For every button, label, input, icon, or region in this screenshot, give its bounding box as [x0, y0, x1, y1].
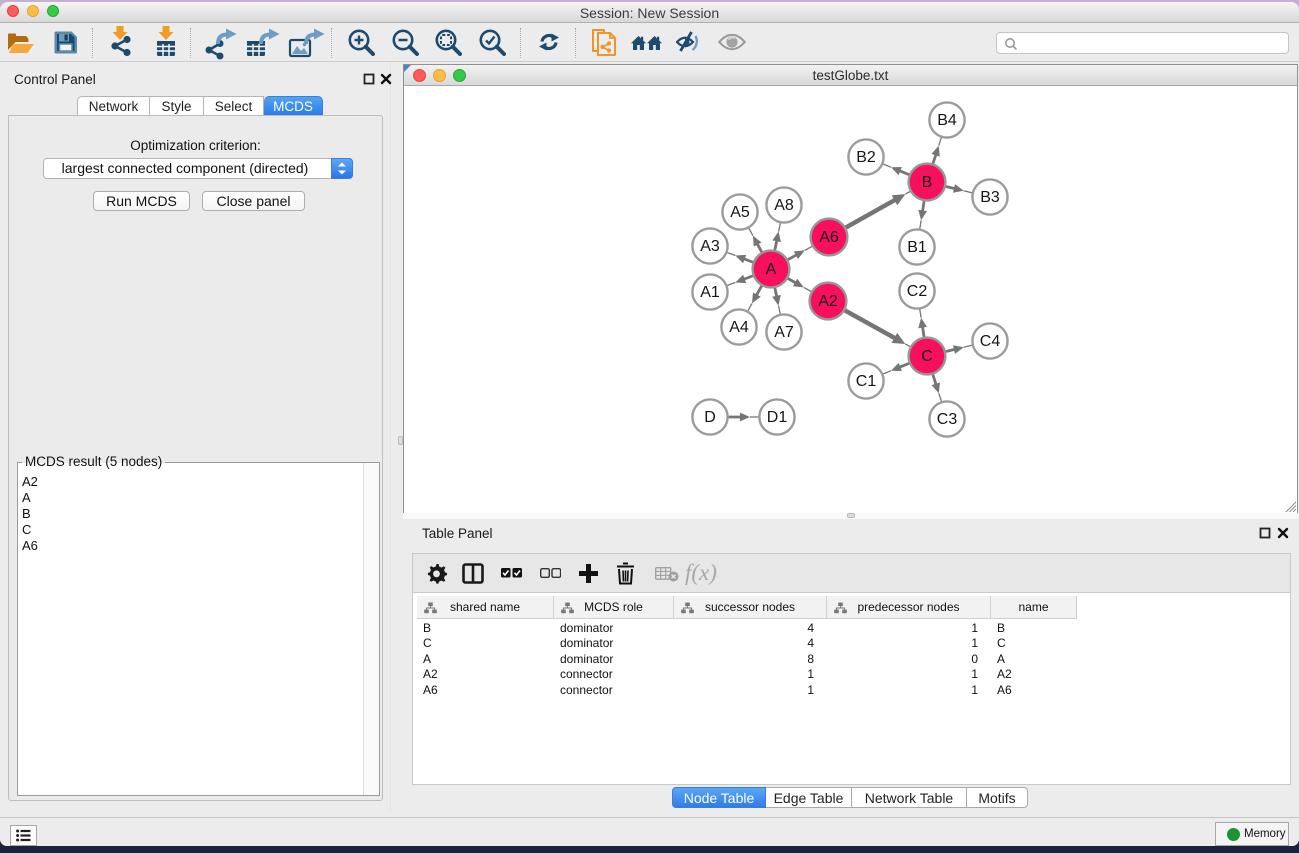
- svg-text:A5: A5: [730, 204, 750, 221]
- svg-text:A4: A4: [729, 319, 749, 336]
- svg-text:C: C: [921, 348, 933, 365]
- svg-text:A3: A3: [700, 238, 720, 255]
- svg-text:D: D: [704, 409, 716, 426]
- svg-text:A6: A6: [819, 229, 839, 246]
- svg-text:A7: A7: [774, 324, 794, 341]
- svg-text:A2: A2: [818, 293, 838, 310]
- svg-text:B3: B3: [980, 189, 1000, 206]
- svg-text:B1: B1: [907, 239, 927, 256]
- svg-text:A8: A8: [774, 197, 794, 214]
- svg-text:C1: C1: [856, 373, 877, 390]
- svg-text:C2: C2: [907, 283, 928, 300]
- svg-text:A: A: [766, 261, 777, 278]
- svg-text:C4: C4: [980, 333, 1001, 350]
- svg-text:A1: A1: [700, 284, 720, 301]
- svg-text:B4: B4: [937, 112, 957, 129]
- svg-text:B2: B2: [856, 149, 876, 166]
- svg-text:D1: D1: [767, 409, 788, 426]
- svg-text:C3: C3: [937, 411, 958, 428]
- svg-text:B: B: [922, 174, 933, 191]
